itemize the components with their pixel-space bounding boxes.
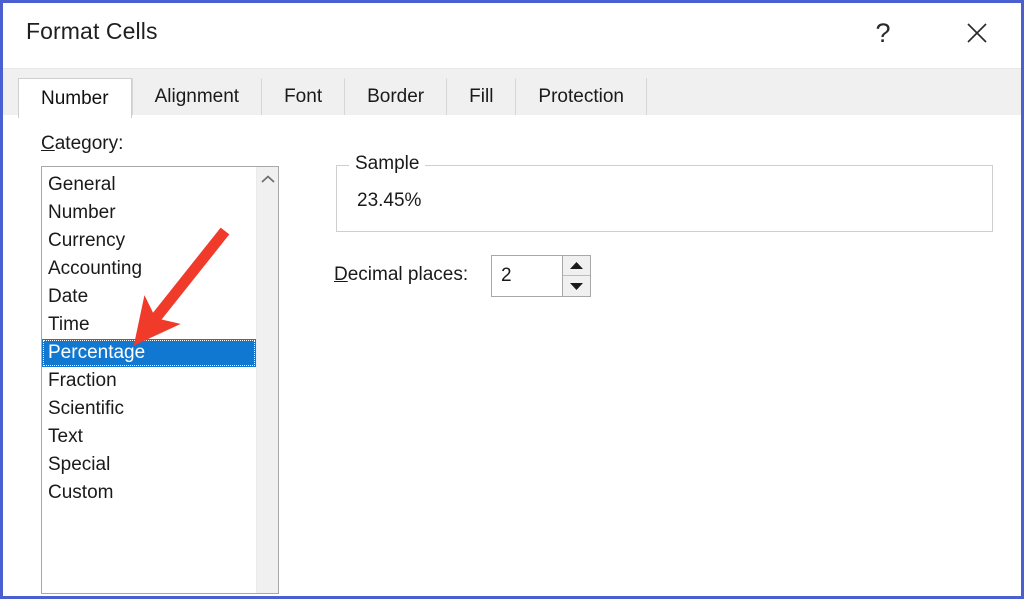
list-item-currency[interactable]: Currency bbox=[42, 227, 256, 255]
category-listbox[interactable]: General Number Currency Accounting Date … bbox=[41, 166, 279, 594]
tab-label: Border bbox=[367, 86, 425, 107]
list-item-special[interactable]: Special bbox=[42, 451, 256, 479]
page-title: Format Cells bbox=[26, 18, 158, 44]
tab-fill[interactable]: Fill bbox=[446, 78, 516, 115]
spinner-buttons bbox=[562, 256, 590, 296]
decimal-places-label: Decimal places: bbox=[334, 264, 468, 286]
tab-strip: Number Alignment Font Border Fill Protec… bbox=[3, 69, 1021, 118]
category-list: General Number Currency Accounting Date … bbox=[42, 167, 256, 507]
decimal-places-label-accel: D bbox=[334, 264, 348, 285]
category-list-scrollbar[interactable] bbox=[256, 167, 278, 593]
close-icon bbox=[967, 23, 987, 43]
list-item-date[interactable]: Date bbox=[42, 283, 256, 311]
scroll-up-button[interactable] bbox=[257, 167, 278, 191]
decimal-places-label-text: ecimal places: bbox=[347, 264, 469, 285]
list-item-custom[interactable]: Custom bbox=[42, 479, 256, 507]
list-item-scientific[interactable]: Scientific bbox=[42, 395, 256, 423]
sample-group-box: Sample 23.45% bbox=[336, 153, 993, 232]
list-item-number[interactable]: Number bbox=[42, 199, 256, 227]
sample-value: 23.45% bbox=[357, 190, 422, 211]
tab-number[interactable]: Number bbox=[18, 78, 132, 118]
list-item-general[interactable]: General bbox=[42, 171, 256, 199]
tab-protection[interactable]: Protection bbox=[515, 78, 646, 115]
tab-strip-end-divider bbox=[645, 78, 647, 115]
tab-label: Font bbox=[284, 86, 323, 107]
sample-legend: Sample bbox=[349, 153, 426, 175]
category-label-accel: C bbox=[41, 133, 55, 154]
dialog-title-bar: Format Cells ? bbox=[3, 3, 1021, 69]
triangle-up-icon bbox=[570, 262, 583, 269]
spinner-decrement-button[interactable] bbox=[563, 276, 590, 296]
close-button[interactable] bbox=[951, 9, 1003, 57]
tab-border[interactable]: Border bbox=[344, 78, 447, 115]
category-label: Category: bbox=[41, 133, 123, 155]
category-label-text: ategory: bbox=[54, 133, 124, 154]
spinner-increment-button[interactable] bbox=[563, 256, 590, 276]
tab-label: Alignment bbox=[154, 86, 240, 107]
tab-label: Fill bbox=[469, 86, 494, 107]
tab-label: Protection bbox=[538, 86, 624, 107]
question-mark-icon: ? bbox=[875, 17, 891, 48]
chevron-up-icon bbox=[260, 175, 275, 183]
list-item-text[interactable]: Text bbox=[42, 423, 256, 451]
list-item-fraction[interactable]: Fraction bbox=[42, 367, 256, 395]
decimal-places-input[interactable] bbox=[492, 256, 562, 296]
help-button[interactable]: ? bbox=[857, 9, 909, 57]
list-item-percentage[interactable]: Percentage bbox=[42, 339, 256, 367]
tab-alignment[interactable]: Alignment bbox=[131, 78, 262, 115]
decimal-places-stepper[interactable] bbox=[491, 255, 591, 297]
number-tab-panel: Category: General Number Currency Accoun… bbox=[3, 115, 1021, 596]
list-item-time[interactable]: Time bbox=[42, 311, 256, 339]
tab-label: Number bbox=[41, 87, 109, 109]
format-cells-dialog: Format Cells ? Number Alignment Font Bor… bbox=[0, 0, 1024, 599]
list-item-accounting[interactable]: Accounting bbox=[42, 255, 256, 283]
triangle-down-icon bbox=[570, 282, 583, 290]
tab-font[interactable]: Font bbox=[261, 78, 345, 115]
